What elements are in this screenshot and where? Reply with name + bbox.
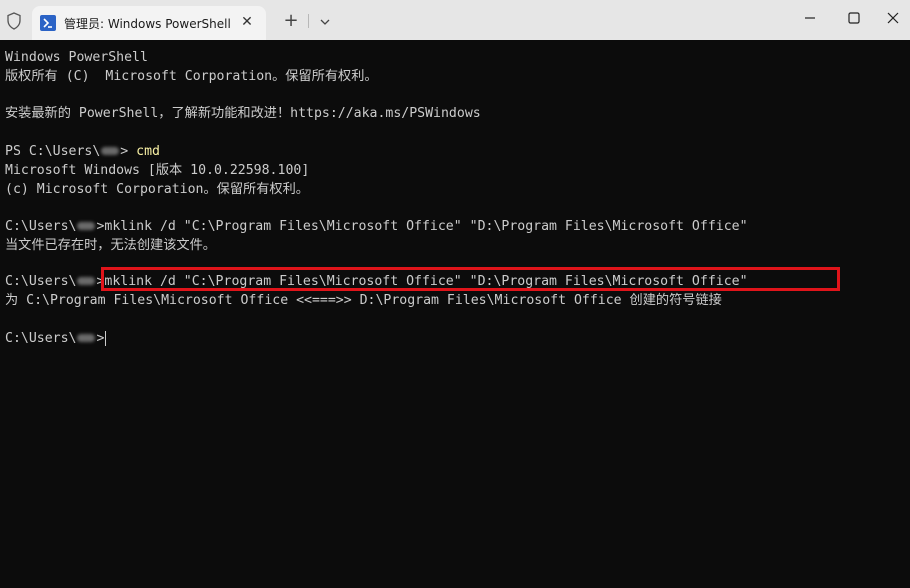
prompt-suffix: > xyxy=(120,144,137,159)
terminal-line-7: C:\Users\ >mklink /d "C:\Program Files\Mi… xyxy=(5,217,748,236)
tab-title: 管理员: Windows PowerShell xyxy=(64,17,231,31)
terminal-line-3: 安装最新的 PowerShell，了解新功能和改进！https://aka.ms… xyxy=(5,106,481,121)
close-window-button[interactable] xyxy=(876,4,910,32)
tab-powershell[interactable]: 管理员: Windows PowerShell ✕ xyxy=(32,6,266,40)
prompt-prefix: C:\Users\ xyxy=(5,219,77,234)
terminal-line-2: 版权所有 (C) Microsoft Corporation。保留所有权利。 xyxy=(5,69,378,84)
powershell-icon xyxy=(40,15,56,31)
terminal-output[interactable]: Windows PowerShell 版权所有 (C) Microsoft Co… xyxy=(0,40,910,588)
chevron-down-icon[interactable] xyxy=(314,11,336,33)
terminal-line-10: 为 C:\Program Files\Microsoft Office <<==… xyxy=(5,293,722,308)
close-tab-button[interactable]: ✕ xyxy=(237,12,257,32)
terminal-line-11: C:\Users\ > xyxy=(5,329,107,348)
maximize-button[interactable] xyxy=(834,4,874,32)
terminal-line-5: Microsoft Windows [版本 10.0.22598.100] xyxy=(5,163,310,178)
annotation-highlight-box xyxy=(101,267,840,291)
redacted-username xyxy=(77,334,96,342)
new-tab-button[interactable]: + xyxy=(280,10,302,32)
prompt-prefix: C:\Users\ xyxy=(5,331,77,346)
prompt-prefix: PS C:\Users\ xyxy=(5,144,101,159)
redacted-username xyxy=(77,222,96,230)
terminal-line-4: PS C:\Users\ > cmd xyxy=(5,142,160,161)
text-cursor xyxy=(105,330,107,346)
redacted-username xyxy=(77,277,96,285)
terminal-line-6: (c) Microsoft Corporation。保留所有权利。 xyxy=(5,182,309,197)
redacted-username xyxy=(101,147,120,155)
typed-command: cmd xyxy=(136,144,160,159)
terminal-line-8: 当文件已存在时，无法创建该文件。 xyxy=(5,238,216,253)
shield-icon xyxy=(6,12,22,30)
prompt-prefix: C:\Users\ xyxy=(5,274,77,289)
terminal-line-1: Windows PowerShell xyxy=(5,50,148,65)
minimize-button[interactable] xyxy=(790,4,830,32)
powershell-window: 管理员: Windows PowerShell ✕ + Windows Powe… xyxy=(0,0,910,588)
close-icon xyxy=(887,12,899,24)
prompt-suffix: > xyxy=(96,331,105,346)
title-bar: 管理员: Windows PowerShell ✕ + xyxy=(0,0,910,40)
tab-divider xyxy=(308,14,309,28)
maximize-icon xyxy=(848,12,860,24)
command-text: >mklink /d "C:\Program Files\Microsoft O… xyxy=(96,219,748,234)
minimize-icon xyxy=(805,17,815,19)
